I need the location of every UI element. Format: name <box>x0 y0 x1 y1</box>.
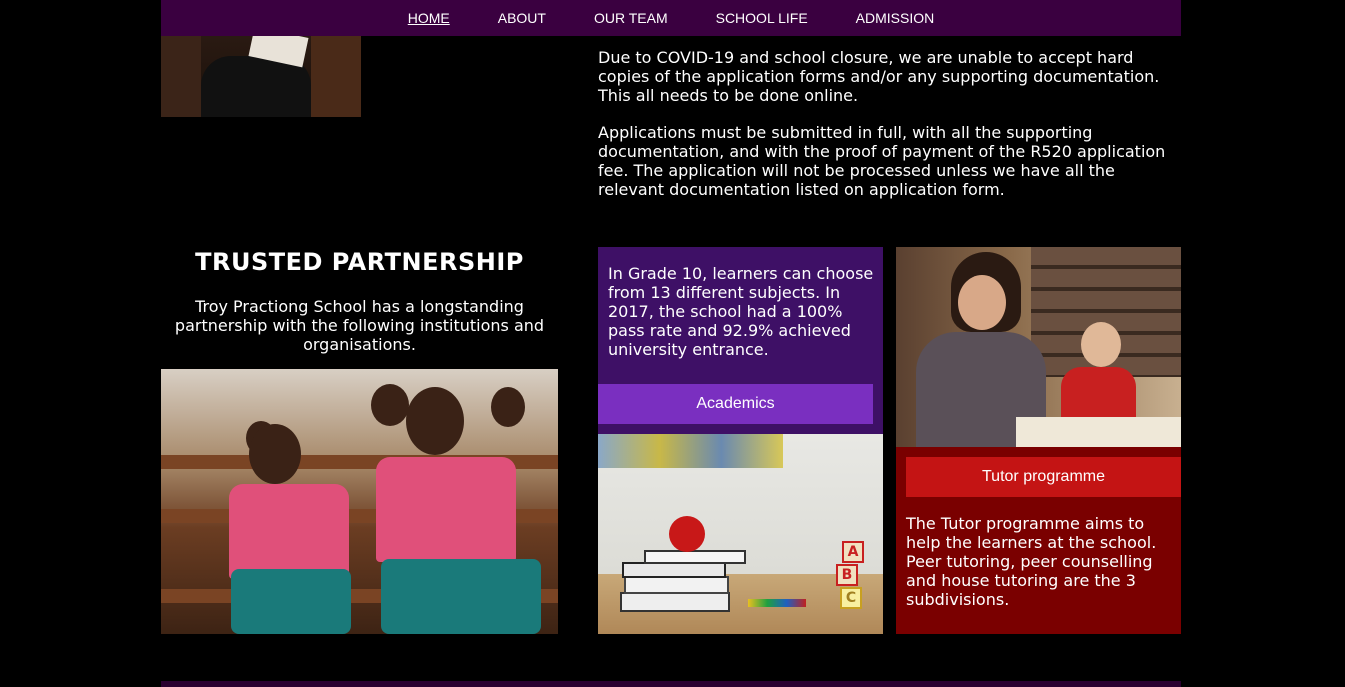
child-head-back-3 <box>491 387 525 427</box>
notice-paragraph-2: Applications must be submitted in full, … <box>598 123 1166 199</box>
main-nav: HOME ABOUT OUR TEAM SCHOOL LIFE ADMISSIO… <box>161 0 1181 36</box>
partnership-title: TRUSTED PARTNERSHIP <box>195 248 524 276</box>
apple <box>669 516 705 552</box>
nav-admission[interactable]: ADMISSION <box>856 10 935 26</box>
admission-notice: Due to COVID-19 and school closure, we a… <box>598 48 1178 217</box>
tutor-programme-button[interactable]: Tutor programme <box>906 457 1181 497</box>
child-head-back-2 <box>371 384 409 426</box>
partnership-text: Troy Practiong School has a longstanding… <box>174 297 545 354</box>
block-a: A <box>842 541 864 563</box>
block-b: B <box>836 564 858 586</box>
child-skirt-2 <box>381 559 541 634</box>
hair-right <box>311 36 361 117</box>
child-head-2 <box>406 387 464 455</box>
tutor-text: The Tutor programme aims to help the lea… <box>906 514 1157 609</box>
academics-button[interactable]: Academics <box>598 384 873 424</box>
knitting-children-photo <box>161 369 558 634</box>
open-book <box>1016 417 1181 447</box>
tutor-reading-photo <box>896 247 1181 447</box>
academics-card: In Grade 10, learners can choose from 13… <box>598 247 883 634</box>
nav-our-team[interactable]: OUR TEAM <box>594 10 668 26</box>
nav-school-life[interactable]: SCHOOL LIFE <box>716 10 808 26</box>
child-skirt-1 <box>231 569 351 634</box>
tutor-card: Tutor programme The Tutor programme aims… <box>896 247 1181 634</box>
book-3 <box>624 576 729 594</box>
teacher-face <box>958 275 1006 330</box>
book-2 <box>622 562 726 578</box>
pencils <box>748 599 806 607</box>
nav-about[interactable]: ABOUT <box>498 10 546 26</box>
academics-text: In Grade 10, learners can choose from 13… <box>608 264 874 359</box>
nav-home[interactable]: HOME <box>408 10 450 26</box>
child-face <box>1081 322 1121 367</box>
hair-left <box>161 36 201 117</box>
footer-strip <box>161 681 1181 687</box>
block-c: C <box>840 587 862 609</box>
book-1 <box>644 550 746 564</box>
apple-books-photo: A B C <box>598 434 883 634</box>
child-shirt-1 <box>229 484 349 579</box>
child-head-1 <box>249 424 301 484</box>
painting <box>598 434 783 468</box>
student-photo <box>161 36 361 117</box>
book-4 <box>620 592 730 612</box>
notice-paragraph-1: Due to COVID-19 and school closure, we a… <box>598 48 1160 105</box>
child-shirt-2 <box>376 457 516 562</box>
